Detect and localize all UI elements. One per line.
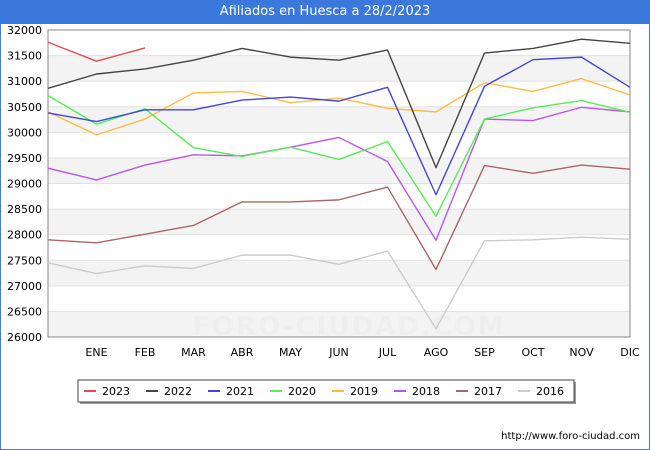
x-tick-label: JUN	[328, 346, 349, 359]
y-tick-label: 28500	[7, 203, 42, 216]
x-tick-label: MAY	[279, 346, 302, 359]
footer-url[interactable]: http://www.foro-ciudad.com	[501, 431, 640, 442]
x-tick-label: ENE	[85, 346, 107, 359]
watermark: FORO-CIUDAD.COM	[192, 312, 505, 342]
x-tick-label: AGO	[424, 346, 449, 359]
y-tick-label: 27000	[7, 280, 42, 293]
y-tick-label: 29500	[7, 152, 42, 165]
grid-band	[48, 209, 630, 235]
legend-label-2020: 2020	[288, 385, 316, 398]
legend-label-2019: 2019	[350, 385, 378, 398]
x-tick-label: NOV	[569, 346, 594, 359]
legend-label-2023: 2023	[102, 385, 130, 398]
legend-label-2022: 2022	[164, 385, 192, 398]
y-tick-label: 30500	[7, 101, 42, 114]
x-tick-label: SEP	[474, 346, 495, 359]
y-tick-label: 27500	[7, 254, 42, 267]
y-tick-label: 31000	[7, 75, 42, 88]
line-chart: FORO-CIUDAD.COM 26000 26500 27000 27500 28000…	[7, 24, 640, 404]
legend-label-2021: 2021	[226, 385, 254, 398]
x-tick-label: ABR	[231, 346, 254, 359]
y-tick-label: 26500	[7, 305, 42, 318]
x-tick-label: DIC	[620, 346, 640, 359]
x-tick-label: JUL	[378, 346, 397, 359]
grid-band	[48, 157, 630, 184]
x-tick-label: FEB	[135, 346, 156, 359]
y-tick-label: 31500	[7, 50, 42, 63]
legend-label-2018: 2018	[412, 385, 440, 398]
grid-band	[48, 106, 630, 133]
legend-label-2017: 2017	[474, 385, 502, 398]
x-tick-label: MAR	[181, 346, 206, 359]
y-tick-label: 28000	[7, 229, 42, 242]
y-tick-label: 26000	[7, 331, 42, 344]
y-tick-label: 29000	[7, 178, 42, 191]
y-tick-label: 30000	[7, 126, 42, 139]
chart-title: Afiliados en Huesca a 28/2/2023	[0, 0, 650, 24]
legend-label-2016: 2016	[536, 385, 564, 398]
y-tick-label: 32000	[7, 24, 42, 37]
x-tick-label: OCT	[521, 346, 544, 359]
